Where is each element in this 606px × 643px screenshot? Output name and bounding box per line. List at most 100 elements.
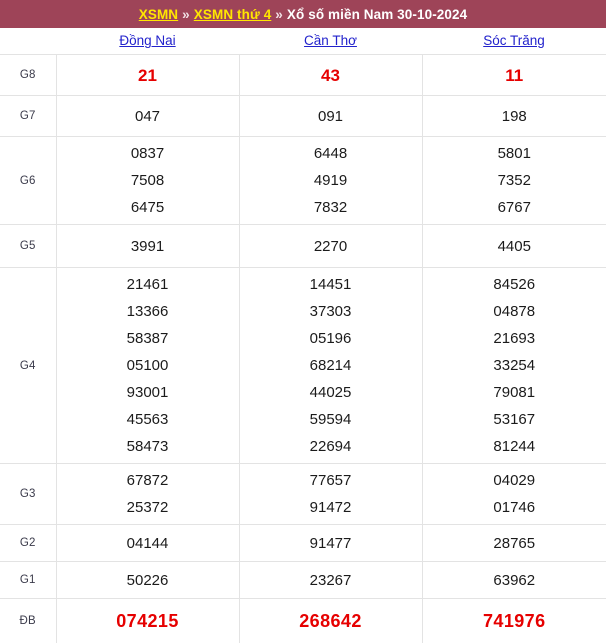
prize-number: 81244 — [423, 433, 606, 460]
province-header-cell-1: Đồng Nai — [56, 28, 239, 55]
prize-number: 21461 — [57, 271, 239, 298]
prize-cell-g3-dong-nai: 67872 25372 — [56, 464, 239, 525]
province-header-cell-2: Cần Thơ — [239, 28, 422, 55]
prize-row-g2: G2 04144 91477 28765 — [0, 525, 606, 562]
prize-row-g8: G8 21 43 11 — [0, 55, 606, 96]
prize-cell-g7-can-tho: 091 — [239, 96, 422, 137]
prize-number: 79081 — [423, 379, 606, 406]
prize-cell-g2-can-tho: 91477 — [239, 525, 422, 562]
prize-number: 22694 — [240, 433, 422, 460]
prize-label-g5: G5 — [0, 225, 56, 268]
prize-number: 67872 — [57, 467, 239, 494]
prize-number: 45563 — [57, 406, 239, 433]
prize-cell-g8-can-tho: 43 — [239, 55, 422, 96]
prize-row-g3: G3 67872 25372 77657 91472 04029 01746 — [0, 464, 606, 525]
prize-cell-g6-soc-trang: 5801 7352 6767 — [422, 137, 606, 225]
prize-row-db: ĐB 074215 268642 741976 — [0, 599, 606, 643]
province-header-cell-3: Sóc Trăng — [422, 28, 606, 55]
province-link-dong-nai[interactable]: Đồng Nai — [119, 33, 175, 48]
prize-cell-g3-soc-trang: 04029 01746 — [422, 464, 606, 525]
prize-number: 5801 — [423, 140, 606, 167]
prize-number: 58473 — [57, 433, 239, 460]
prize-cell-db-can-tho: 268642 — [239, 599, 422, 643]
prize-number: 11 — [423, 62, 606, 89]
prize-label-g4: G4 — [0, 268, 56, 464]
prize-cell-g8-soc-trang: 11 — [422, 55, 606, 96]
prize-number: 50226 — [57, 567, 239, 594]
prize-number: 074215 — [57, 608, 239, 635]
prize-number: 91477 — [240, 530, 422, 557]
prize-row-g6: G6 0837 7508 6475 6448 4919 7832 5801 73… — [0, 137, 606, 225]
prize-cell-g5-soc-trang: 4405 — [422, 225, 606, 268]
results-body: G8 21 43 11 G7 047 091 — [0, 55, 606, 643]
prize-number: 28765 — [423, 530, 606, 557]
prize-cell-db-soc-trang: 741976 — [422, 599, 606, 643]
breadcrumb-separator-2: » — [275, 7, 283, 22]
prize-number: 84526 — [423, 271, 606, 298]
prize-cell-g2-dong-nai: 04144 — [56, 525, 239, 562]
prize-number: 268642 — [240, 608, 422, 635]
prize-number: 44025 — [240, 379, 422, 406]
prize-label-g2: G2 — [0, 525, 56, 562]
prize-cell-g3-can-tho: 77657 91472 — [239, 464, 422, 525]
lottery-results-table: Đồng Nai Cần Thơ Sóc Trăng G8 21 43 — [0, 28, 606, 643]
prize-row-g4: G4 21461 13366 58387 05100 93001 45563 5… — [0, 268, 606, 464]
prize-number: 05100 — [57, 352, 239, 379]
prize-number: 68214 — [240, 352, 422, 379]
prize-number: 7508 — [57, 167, 239, 194]
prize-label-g3: G3 — [0, 464, 56, 525]
prize-row-g5: G5 3991 2270 4405 — [0, 225, 606, 268]
prize-cell-g2-soc-trang: 28765 — [422, 525, 606, 562]
prize-number: 04878 — [423, 298, 606, 325]
prize-label-header — [0, 28, 56, 55]
prize-number: 23267 — [240, 567, 422, 594]
province-header-row: Đồng Nai Cần Thơ Sóc Trăng — [0, 28, 606, 55]
prize-cell-db-dong-nai: 074215 — [56, 599, 239, 643]
prize-cell-g1-soc-trang: 63962 — [422, 562, 606, 599]
prize-cell-g7-dong-nai: 047 — [56, 96, 239, 137]
province-link-soc-trang[interactable]: Sóc Trăng — [483, 33, 545, 48]
breadcrumb-link-xsmn-thu-4[interactable]: XSMN thứ 4 — [194, 7, 272, 22]
prize-number: 6448 — [240, 140, 422, 167]
prize-cell-g6-dong-nai: 0837 7508 6475 — [56, 137, 239, 225]
prize-number: 01746 — [423, 494, 606, 521]
prize-number: 091 — [240, 103, 422, 130]
prize-cell-g8-dong-nai: 21 — [56, 55, 239, 96]
prize-row-g7: G7 047 091 198 — [0, 96, 606, 137]
prize-cell-g5-can-tho: 2270 — [239, 225, 422, 268]
prize-cell-g6-can-tho: 6448 4919 7832 — [239, 137, 422, 225]
prize-number: 14451 — [240, 271, 422, 298]
prize-number: 77657 — [240, 467, 422, 494]
prize-cell-g4-soc-trang: 84526 04878 21693 33254 79081 53167 8124… — [422, 268, 606, 464]
prize-number: 0837 — [57, 140, 239, 167]
breadcrumb-link-xsmn[interactable]: XSMN — [139, 7, 178, 22]
prize-number: 25372 — [57, 494, 239, 521]
prize-number: 4919 — [240, 167, 422, 194]
prize-number: 6475 — [57, 194, 239, 221]
prize-number: 43 — [240, 62, 422, 89]
prize-number: 4405 — [423, 233, 606, 260]
prize-number: 91472 — [240, 494, 422, 521]
prize-label-db: ĐB — [0, 599, 56, 643]
prize-number: 7832 — [240, 194, 422, 221]
prize-label-g7: G7 — [0, 96, 56, 137]
prize-number: 58387 — [57, 325, 239, 352]
lottery-results-page: XSMN » XSMN thứ 4 » Xổ số miền Nam 30-10… — [0, 0, 606, 595]
prize-number: 05196 — [240, 325, 422, 352]
prize-cell-g1-can-tho: 23267 — [239, 562, 422, 599]
prize-number: 198 — [423, 103, 606, 130]
prize-number: 13366 — [57, 298, 239, 325]
page-title-bar: XSMN » XSMN thứ 4 » Xổ số miền Nam 30-10… — [0, 0, 606, 28]
prize-cell-g1-dong-nai: 50226 — [56, 562, 239, 599]
province-link-can-tho[interactable]: Cần Thơ — [304, 33, 357, 48]
prize-number: 59594 — [240, 406, 422, 433]
prize-label-g6: G6 — [0, 137, 56, 225]
prize-number: 21693 — [423, 325, 606, 352]
prize-number: 741976 — [423, 608, 606, 635]
prize-number: 6767 — [423, 194, 606, 221]
prize-label-g1: G1 — [0, 562, 56, 599]
prize-number: 2270 — [240, 233, 422, 260]
prize-number: 7352 — [423, 167, 606, 194]
prize-number: 04144 — [57, 530, 239, 557]
prize-cell-g5-dong-nai: 3991 — [56, 225, 239, 268]
